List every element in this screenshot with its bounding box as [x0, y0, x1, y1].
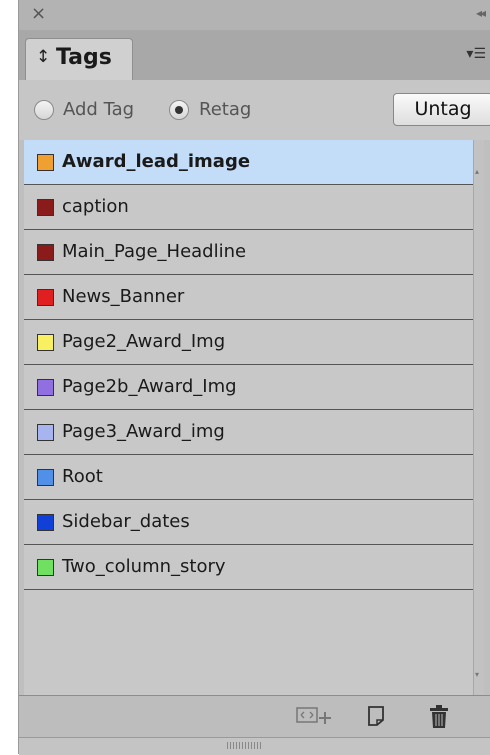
tag-options-row: Add Tag Retag Untag: [19, 80, 490, 140]
tag-color-swatch: [37, 199, 54, 216]
tag-color-swatch: [37, 289, 54, 306]
delete-tag-icon[interactable]: [427, 704, 451, 734]
tag-label: Award_lead_image: [62, 151, 251, 172]
untag-button[interactable]: Untag: [393, 93, 490, 126]
tag-color-swatch: [37, 334, 54, 351]
tag-color-swatch: [37, 469, 54, 486]
tag-color-swatch: [37, 514, 54, 531]
tag-row[interactable]: Page2b_Award_Img: [24, 365, 474, 410]
retag-label: Retag: [199, 99, 252, 120]
tag-list: Award_lead_imagecaption Main_Page_Headlin…: [24, 140, 484, 695]
tag-row[interactable]: Two_column_story: [24, 545, 474, 590]
tag-color-swatch: [37, 379, 54, 396]
collapse-panel-icon[interactable]: ◂◂: [476, 6, 486, 20]
close-icon[interactable]: ×: [31, 4, 46, 24]
panel-tab-row: ↕ Tags ▾☰: [19, 30, 490, 81]
tag-label: Page3_Award_img: [62, 421, 225, 442]
add-tag-radio[interactable]: [34, 100, 54, 120]
panel-bottom-bar: [19, 695, 490, 738]
tab-tags[interactable]: ↕ Tags: [25, 38, 133, 81]
tab-expand-arrows-icon[interactable]: ↕: [36, 47, 50, 67]
tag-row[interactable]: Page3_Award_img: [24, 410, 474, 455]
add-tag-label: Add Tag: [63, 99, 135, 120]
tags-panel: × ◂◂ ↕ Tags ▾☰ Add Tag Retag Untag Award…: [18, 0, 490, 755]
panel-resize-grip[interactable]: [19, 737, 490, 755]
panel-title-bar[interactable]: × ◂◂: [19, 0, 490, 31]
scroll-down-arrow-icon[interactable]: ▾: [475, 670, 479, 679]
scroll-up-arrow-icon[interactable]: ▴: [475, 167, 479, 176]
tag-label: Two_column_story: [62, 556, 226, 577]
tag-label: Root: [62, 466, 103, 487]
new-tag-icon[interactable]: [365, 704, 389, 732]
new-tag-for-object-icon[interactable]: [295, 704, 335, 732]
tag-label: Page2_Award_Img: [62, 331, 226, 352]
tag-row[interactable]: News_Banner: [24, 275, 474, 320]
tag-label: Page2b_Award_Img: [62, 376, 237, 397]
panel-menu-icon[interactable]: ▾☰: [466, 46, 486, 62]
tag-color-swatch: [37, 559, 54, 576]
grip-lines-icon[interactable]: [227, 742, 263, 749]
tag-label: News_Banner: [62, 286, 185, 307]
retag-radio[interactable]: [169, 100, 189, 120]
tag-color-swatch: [37, 244, 54, 261]
tag-row[interactable]: Main_Page_Headline: [24, 230, 474, 275]
tag-row[interactable]: Root: [24, 455, 474, 500]
tag-label: Main_Page_Headline: [62, 241, 247, 262]
tag-color-swatch: [37, 154, 54, 171]
tag-row[interactable]: caption: [24, 185, 474, 230]
tag-row[interactable]: Award_lead_image: [24, 140, 474, 185]
tab-tags-label: Tags: [56, 45, 112, 70]
tag-row[interactable]: Page2_Award_Img: [24, 320, 474, 365]
tag-list-scrollbar[interactable]: ▴ ▾: [473, 140, 484, 695]
tag-label: Sidebar_dates: [62, 511, 190, 532]
tag-color-swatch: [37, 424, 54, 441]
tag-label: caption: [62, 196, 129, 217]
tag-row[interactable]: Sidebar_dates: [24, 500, 474, 545]
